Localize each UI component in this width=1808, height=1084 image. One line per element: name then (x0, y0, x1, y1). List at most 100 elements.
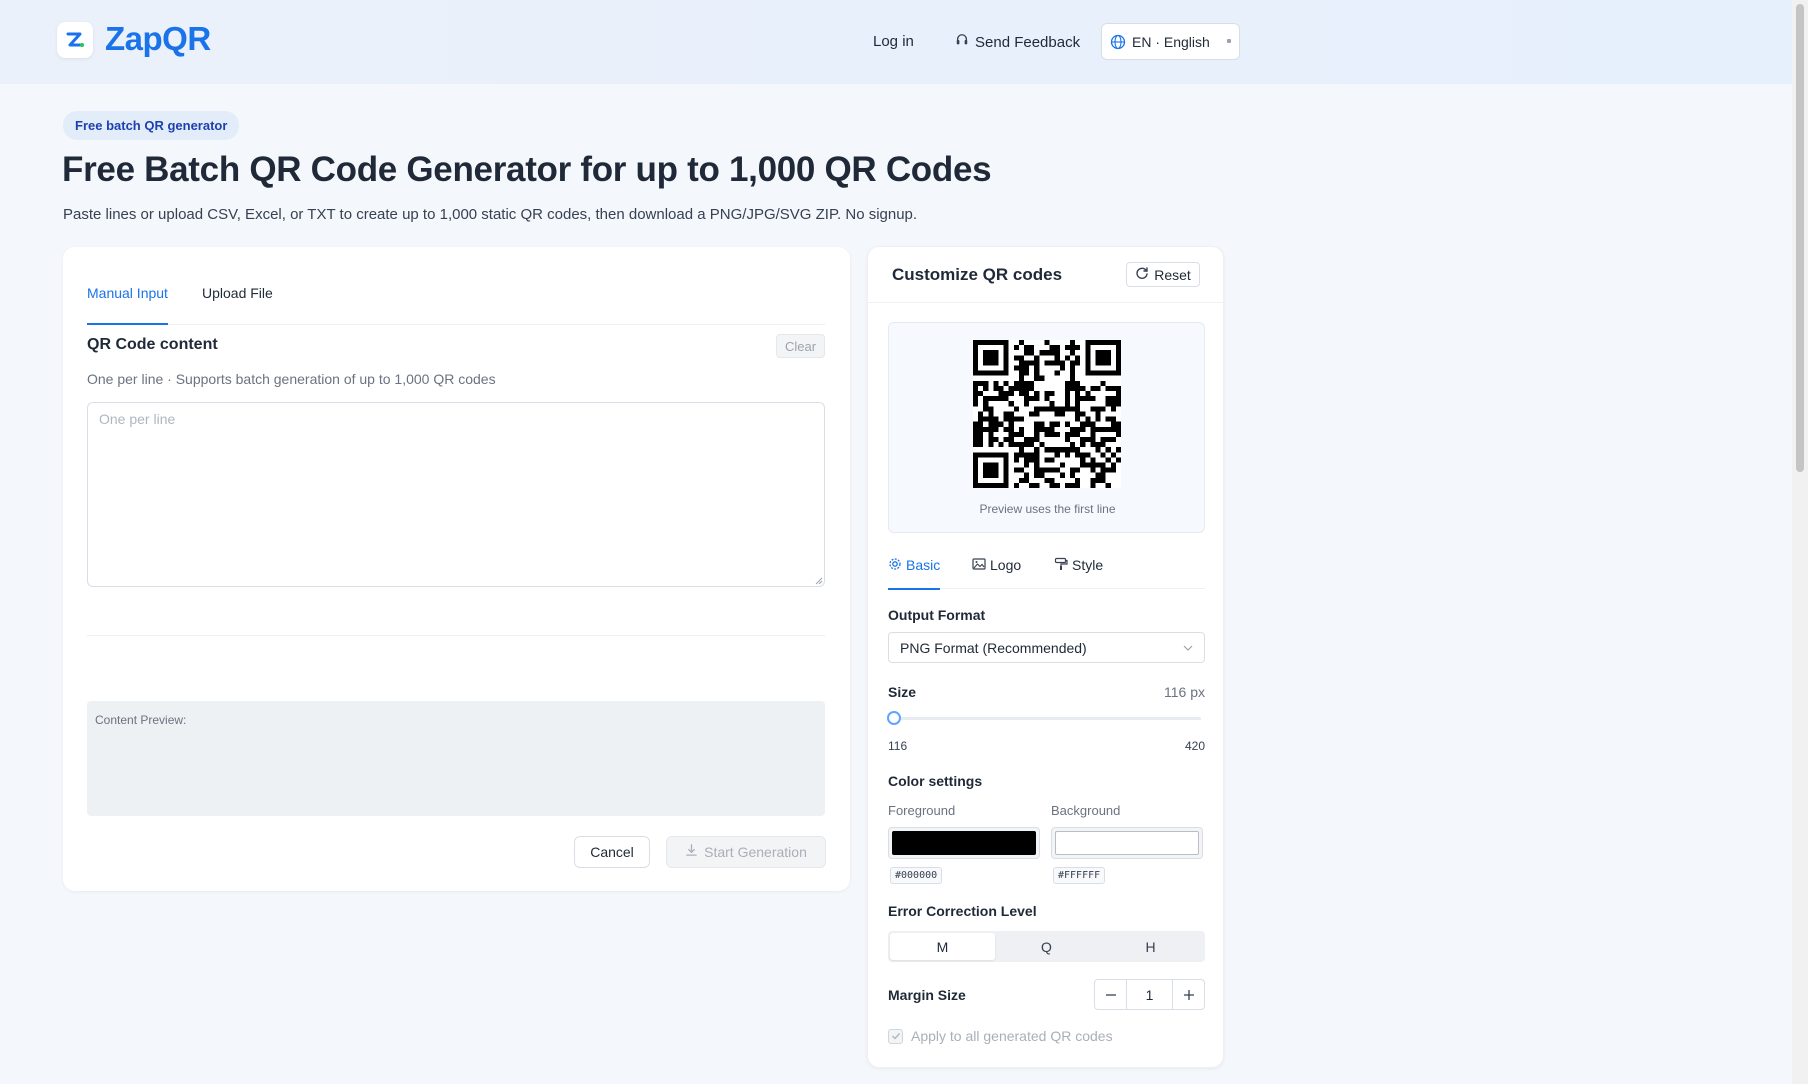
qr-module (1044, 431, 1050, 437)
qr-module (1095, 340, 1101, 346)
qr-module (1105, 447, 1111, 453)
qr-module (1100, 467, 1106, 473)
qr-module (1110, 396, 1116, 402)
qr-module (1095, 442, 1101, 448)
tab-manual-input[interactable]: Manual Input (87, 285, 168, 325)
qr-module (978, 431, 984, 437)
qr-module (1059, 365, 1065, 371)
preview-note: Preview uses the first line (979, 502, 1116, 516)
foreground-color-picker[interactable] (888, 827, 1040, 859)
qr-module (1095, 411, 1101, 417)
qr-module (1008, 431, 1014, 437)
checkmark-icon (891, 1033, 900, 1040)
qr-module (1034, 457, 1040, 463)
background-color-picker[interactable] (1051, 827, 1203, 859)
qr-module (998, 482, 1004, 488)
qr-module (973, 360, 979, 366)
qr-module (1090, 436, 1096, 443)
qr-module (1034, 355, 1040, 361)
qr-module (1064, 406, 1070, 412)
qr-module (1095, 447, 1101, 453)
qr-module (973, 452, 979, 458)
qr-module (1024, 442, 1030, 448)
scrollbar-thumb[interactable] (1796, 4, 1804, 472)
qr-module (998, 396, 1004, 402)
start-generation-button[interactable]: Start Generation (666, 836, 826, 868)
qr-module (1049, 482, 1055, 488)
qr-module (1024, 401, 1030, 407)
tab-style[interactable]: Style (1054, 557, 1103, 590)
cancel-button[interactable]: Cancel (574, 836, 650, 868)
qr-module (1024, 350, 1030, 356)
margin-value[interactable]: 1 (1126, 980, 1173, 1009)
language-select[interactable]: EN · English (1101, 23, 1240, 60)
chevron-down-icon (1227, 39, 1231, 43)
input-tabs: Manual Input Upload File (87, 285, 825, 325)
qr-module (988, 370, 994, 376)
ecl-option-q[interactable]: Q (994, 933, 1099, 960)
foreground-swatch (892, 831, 1036, 855)
qr-module (1100, 452, 1106, 458)
qr-module (1095, 416, 1101, 422)
qr-module (1064, 345, 1070, 351)
qr-module (1064, 391, 1070, 397)
qr-module (1080, 457, 1086, 463)
qr-module (1008, 421, 1014, 427)
globe-icon (1110, 34, 1126, 50)
tab-upload-file[interactable]: Upload File (202, 285, 273, 325)
qr-module (1110, 421, 1116, 427)
tab-basic[interactable]: Basic (888, 557, 941, 590)
logo-icon[interactable] (57, 22, 93, 58)
qr-module (1034, 482, 1040, 488)
brand-name[interactable]: ZapQR (105, 20, 211, 58)
increment-button[interactable] (1173, 980, 1204, 1009)
qr-module (1034, 467, 1040, 473)
qr-module (1100, 380, 1106, 386)
apply-all-checkbox[interactable] (888, 1028, 903, 1044)
qr-module (1115, 340, 1121, 346)
qr-module (1049, 426, 1055, 432)
qr-module (1034, 406, 1040, 412)
decrement-button[interactable] (1095, 980, 1126, 1009)
qr-module (1029, 436, 1035, 443)
qr-module (983, 370, 989, 376)
ecl-option-m[interactable]: M (890, 933, 995, 960)
qr-content-textarea[interactable] (87, 402, 825, 587)
size-slider-thumb[interactable] (887, 711, 901, 725)
qr-module (1039, 375, 1045, 381)
qr-module (1090, 426, 1096, 432)
login-link[interactable]: Log in (873, 33, 914, 50)
tab-logo[interactable]: Logo (972, 557, 1021, 590)
qr-module (1085, 365, 1091, 371)
qr-module (983, 472, 989, 478)
qr-module (978, 452, 984, 458)
qr-module (1100, 477, 1106, 483)
resize-grip-icon[interactable] (815, 577, 823, 585)
qr-module (1003, 350, 1009, 356)
output-format-select[interactable]: PNG Format (Recommended) (888, 632, 1205, 663)
apply-all-checkbox-row[interactable]: Apply to all generated QR codes (888, 1028, 1113, 1044)
qr-module (1075, 416, 1081, 422)
qr-module (988, 360, 994, 366)
qr-module (1095, 426, 1101, 432)
qr-module (998, 340, 1004, 346)
qr-module (1044, 360, 1050, 366)
reset-button[interactable]: Reset (1126, 262, 1200, 287)
clear-button[interactable]: Clear (776, 334, 825, 358)
qr-module (1075, 385, 1081, 392)
qr-module (1090, 477, 1096, 483)
qr-module (1064, 436, 1070, 443)
qr-module (983, 401, 989, 407)
qr-module (1003, 411, 1009, 417)
qr-module (1110, 406, 1116, 412)
ecl-option-h[interactable]: H (1098, 933, 1203, 960)
qr-module (978, 416, 984, 422)
qr-module (1090, 457, 1096, 463)
qr-module (993, 467, 999, 473)
qr-module (998, 370, 1004, 376)
qr-module (1003, 457, 1009, 463)
size-slider-track[interactable] (893, 717, 1201, 720)
qr-module (1075, 355, 1081, 361)
send-feedback-link[interactable]: Send Feedback (955, 33, 1080, 51)
qr-module (1044, 467, 1050, 473)
